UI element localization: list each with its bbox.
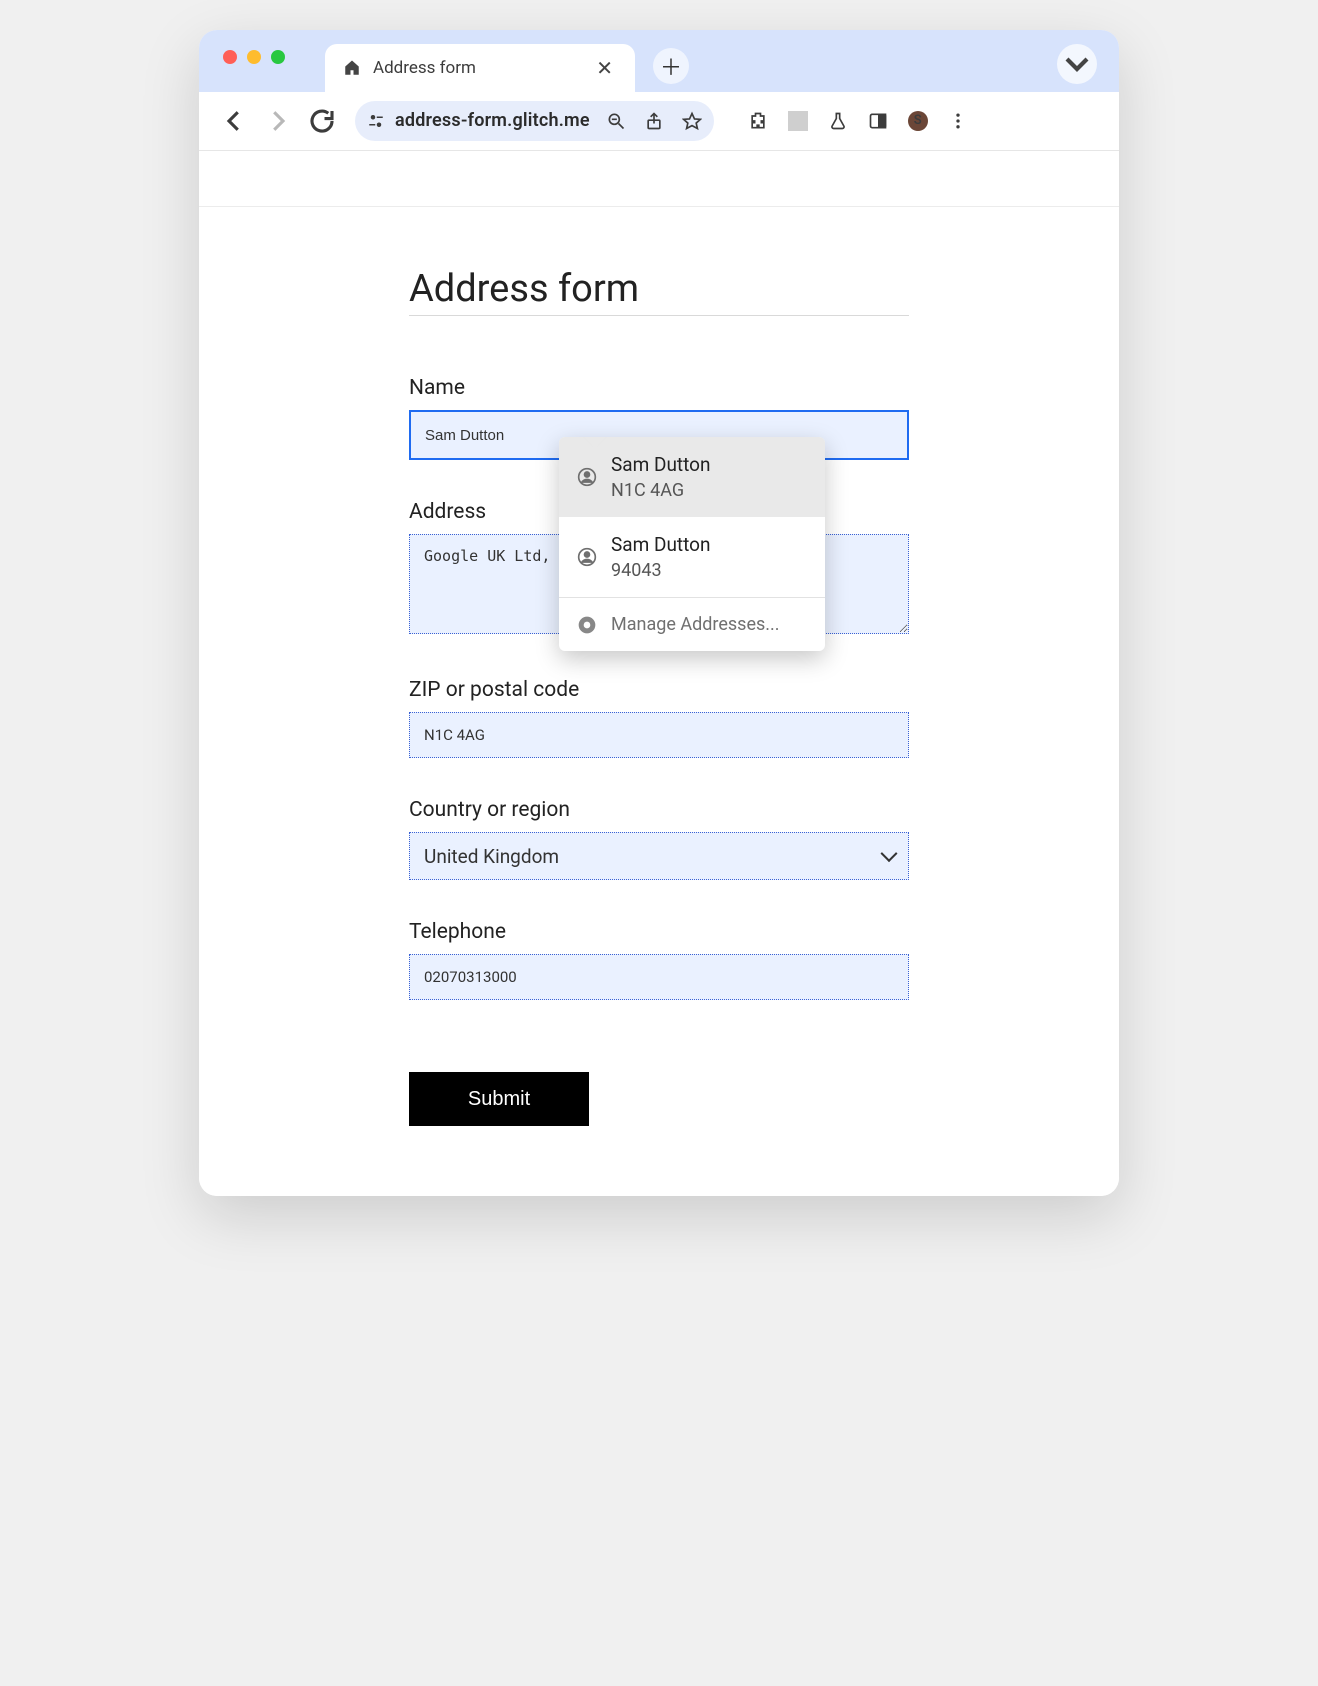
browser-tab[interactable]: Address form ✕ <box>325 44 635 92</box>
kebab-menu-icon[interactable] <box>948 111 968 131</box>
suggestion-name: Sam Dutton <box>611 533 711 556</box>
address-form: Address form Name Sam Dutton N1C 4AG <box>409 267 909 1126</box>
label-postal: ZIP or postal code <box>409 678 909 702</box>
side-panel-icon[interactable] <box>868 111 888 131</box>
tab-close-button[interactable]: ✕ <box>592 56 617 80</box>
browser-window: Address form ✕ ＋ address-form.glitch.me <box>199 30 1119 1196</box>
reload-button[interactable] <box>307 106 337 136</box>
field-country: Country or region United Kingdom <box>409 798 909 880</box>
submit-button[interactable]: Submit <box>409 1072 589 1126</box>
autofill-popup: Sam Dutton N1C 4AG Sam Dutton 94043 <box>559 437 825 651</box>
labs-icon[interactable] <box>828 111 848 131</box>
label-name: Name <box>409 376 909 400</box>
label-country: Country or region <box>409 798 909 822</box>
manage-addresses-label: Manage Addresses... <box>611 614 780 635</box>
telephone-input[interactable] <box>409 954 909 1000</box>
forward-button[interactable] <box>263 106 293 136</box>
zoom-icon[interactable] <box>606 111 626 131</box>
maximize-window-button[interactable] <box>271 50 285 64</box>
new-tab-button[interactable]: ＋ <box>653 48 689 84</box>
url-text: address-form.glitch.me <box>395 110 590 131</box>
address-bar[interactable]: address-form.glitch.me <box>355 101 714 141</box>
close-window-button[interactable] <box>223 50 237 64</box>
window-controls <box>199 44 285 64</box>
label-telephone: Telephone <box>409 920 909 944</box>
page-title: Address form <box>409 267 909 316</box>
toolbar-divider <box>788 111 808 131</box>
tab-favicon-icon <box>343 59 361 77</box>
autofill-suggestion-2[interactable]: Sam Dutton 94043 <box>559 517 825 597</box>
postal-input[interactable] <box>409 712 909 758</box>
toolbar: address-form.glitch.me <box>199 92 1119 150</box>
manage-addresses[interactable]: Manage Addresses... <box>559 598 825 651</box>
extensions-icon[interactable] <box>748 111 768 131</box>
field-postal: ZIP or postal code <box>409 678 909 758</box>
field-telephone: Telephone <box>409 920 909 1000</box>
share-icon[interactable] <box>644 111 664 131</box>
back-button[interactable] <box>219 106 249 136</box>
country-select[interactable]: United Kingdom <box>409 832 909 880</box>
autofill-suggestion-1[interactable]: Sam Dutton N1C 4AG <box>559 437 825 517</box>
tab-title: Address form <box>373 58 580 78</box>
chrome-icon <box>577 615 597 635</box>
bookmark-star-icon[interactable] <box>682 111 702 131</box>
person-icon <box>577 467 597 487</box>
profile-avatar[interactable]: S <box>908 111 928 131</box>
tab-overflow-button[interactable] <box>1057 44 1097 84</box>
suggestion-name: Sam Dutton <box>611 453 711 476</box>
suggestion-detail: N1C 4AG <box>611 480 711 501</box>
titlebar: Address form ✕ ＋ <box>199 30 1119 92</box>
minimize-window-button[interactable] <box>247 50 261 64</box>
page-viewport: Address form Name Sam Dutton N1C 4AG <box>199 150 1119 1196</box>
site-settings-icon[interactable] <box>367 112 385 130</box>
suggestion-detail: 94043 <box>611 560 711 581</box>
person-icon <box>577 547 597 567</box>
